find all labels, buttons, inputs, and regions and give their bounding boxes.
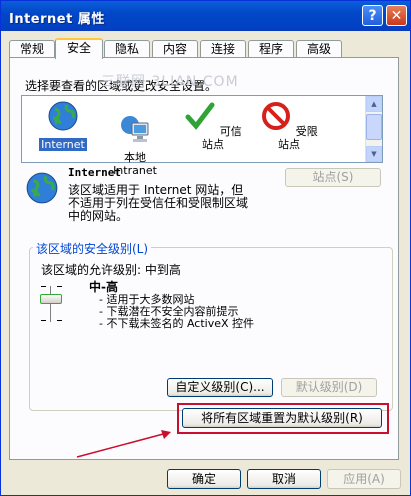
watermark-text: 三联网 3LIAN.COM — [101, 74, 239, 90]
sites-button[interactable]: 站点(S) — [285, 168, 381, 187]
custom-level-button[interactable]: 自定义级别(C)... — [167, 378, 273, 397]
level-bullet: - 不下载未签名的 ActiveX 控件 — [99, 317, 255, 330]
selected-zone-globe-icon — [26, 172, 58, 204]
level-bullets: - 适用于大多数网站 - 下载潜在不安全内容前提示 - 不下载未签名的 Acti… — [99, 294, 254, 330]
scroll-thumb[interactable] — [366, 114, 382, 140]
slider-tick — [57, 286, 62, 287]
tab-programs[interactable]: 程序 — [248, 40, 294, 57]
zone-description-line: 中的网站。 — [68, 209, 129, 223]
default-level-button[interactable]: 默认级别(D) — [281, 378, 377, 397]
tab-advanced[interactable]: 高级 — [296, 40, 342, 57]
checkmark-icon — [185, 102, 215, 130]
annotation-arrow-icon — [76, 430, 171, 458]
zone-internet[interactable]: Internet — [32, 100, 94, 151]
scroll-up-arrow-icon[interactable]: ▲ — [366, 96, 382, 112]
globe-icon — [48, 101, 78, 131]
window-title: Internet 属性 — [9, 12, 105, 27]
zone-list-scrollbar[interactable]: ▲ ▼ — [365, 96, 382, 162]
internet-properties-dialog: Internet 属性 ? ✕ 常规 安全 隐私 内容 连接 程序 高级 选择要… — [0, 0, 411, 496]
tab-privacy[interactable]: 隐私 — [104, 40, 150, 57]
slider-tick — [41, 320, 46, 321]
zone-restricted-sites[interactable]: 受限站点 — [258, 100, 320, 151]
title-bar[interactable]: Internet 属性 ? ✕ — [1, 1, 410, 31]
scroll-down-arrow-icon[interactable]: ▼ — [366, 146, 382, 162]
help-button[interactable]: ? — [362, 5, 383, 26]
zone-trusted-sites[interactable]: 可信站点 — [182, 100, 244, 151]
allowed-level-text: 该区域的允许级别: 中到高 — [41, 263, 181, 277]
network-computer-icon — [121, 116, 149, 142]
highlight-frame — [177, 403, 389, 434]
close-button[interactable]: ✕ — [386, 5, 407, 26]
apply-button[interactable]: 应用(A) — [327, 469, 401, 489]
zone-description: 该区域适用于 Internet 网站，但 不适用于列在受信任和受限制区域 中的网… — [68, 184, 248, 223]
zone-list[interactable]: Internet 本地 Intranet 可信站点 受限站点 ▲ ▼ — [21, 95, 383, 177]
tab-connections[interactable]: 连接 — [200, 40, 246, 57]
security-level-slider-track — [50, 286, 56, 322]
ok-button[interactable]: 确定 — [167, 469, 241, 489]
tab-general[interactable]: 常规 — [9, 40, 55, 57]
zone-heading: Internet — [68, 166, 121, 179]
zone-label: Internet — [39, 138, 87, 151]
tab-content[interactable]: 内容 — [152, 40, 198, 57]
slider-tick — [41, 286, 46, 287]
security-level-slider-thumb[interactable] — [40, 294, 62, 304]
no-entry-icon — [262, 102, 291, 130]
tab-security[interactable]: 安全 — [55, 38, 103, 59]
cancel-button[interactable]: 取消 — [247, 469, 321, 489]
slider-tick — [57, 320, 62, 321]
security-level-group-title: 该区域的安全级别(L) — [33, 240, 152, 257]
